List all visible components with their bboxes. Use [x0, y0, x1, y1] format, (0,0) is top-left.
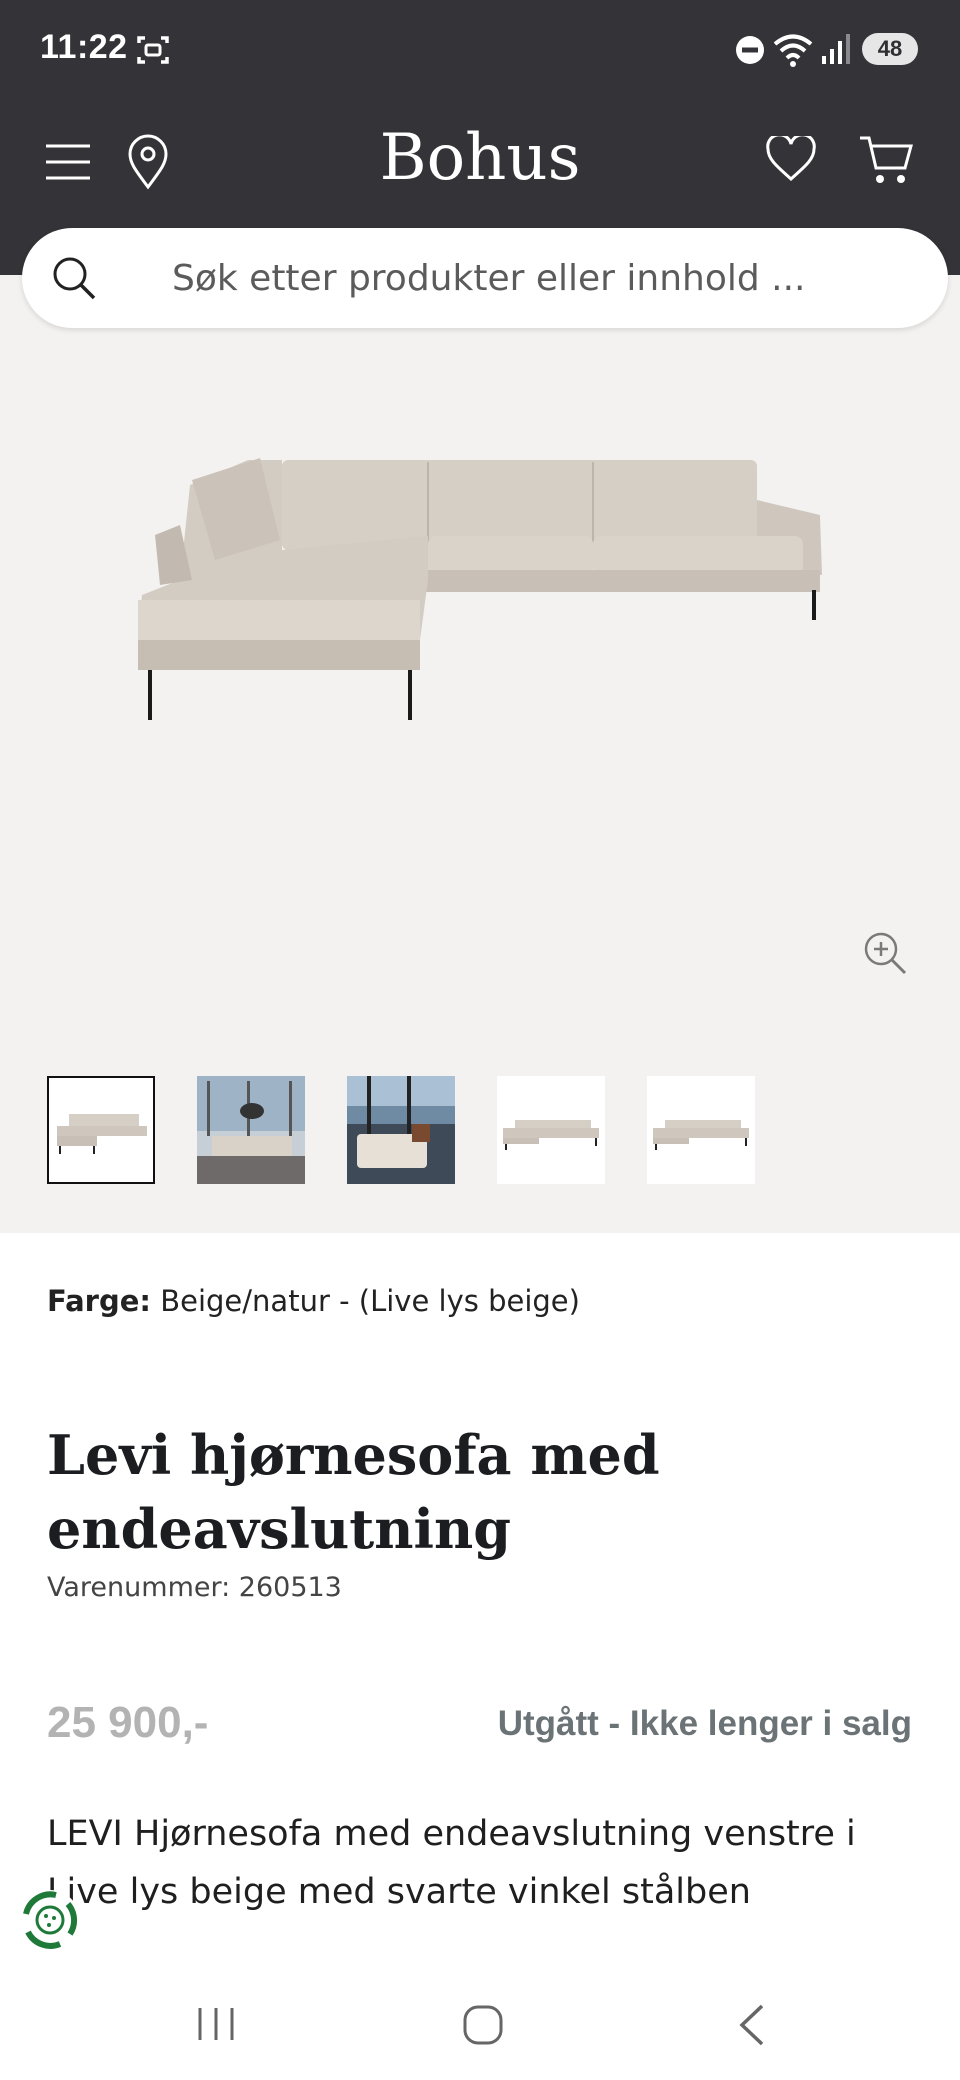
heart-icon[interactable]	[765, 136, 817, 182]
gallery-thumbnail-1[interactable]	[47, 1076, 155, 1184]
location-pin-icon[interactable]	[127, 134, 169, 190]
brand-logo[interactable]: Bohus	[330, 118, 630, 198]
product-price: 25 900,-	[47, 1698, 209, 1747]
search-input[interactable]	[172, 252, 872, 304]
color-value: Beige/natur - (Live lys beige)	[160, 1284, 580, 1318]
wifi-icon	[773, 34, 813, 67]
color-selection: Farge: Beige/natur - (Live lys beige)	[47, 1284, 580, 1318]
sofa-front-image	[503, 1120, 599, 1150]
back-icon[interactable]	[736, 2003, 766, 2047]
gallery-thumbnail-4[interactable]	[497, 1076, 605, 1184]
battery-indicator: 48	[862, 33, 918, 65]
screenshot-icon	[137, 36, 169, 64]
signal-icon	[822, 34, 850, 64]
product-sku: Varenummer: 260513	[47, 1572, 342, 1603]
home-icon[interactable]	[462, 2004, 504, 2046]
search-icon[interactable]	[50, 254, 98, 302]
cart-icon[interactable]	[858, 134, 914, 186]
product-main-image[interactable]	[120, 440, 840, 740]
search-bar[interactable]	[22, 228, 948, 328]
do-not-disturb-icon	[736, 36, 764, 64]
menu-icon[interactable]	[44, 142, 92, 182]
status-time: 11:22	[40, 28, 128, 66]
recent-apps-icon[interactable]	[196, 2006, 236, 2042]
gallery-thumbnail-5[interactable]	[647, 1076, 755, 1184]
sustainability-badge-icon[interactable]	[16, 1886, 84, 1954]
gallery-thumbnail-3[interactable]	[347, 1076, 455, 1184]
sea-view-image	[347, 1076, 455, 1184]
sofa-front-alt-image	[653, 1120, 749, 1150]
gallery-thumbnail-2[interactable]	[197, 1076, 305, 1184]
living-room-image	[197, 1076, 305, 1184]
zoom-in-icon[interactable]	[862, 930, 908, 976]
product-title: Levi hjørnesofa med endeavslutning	[47, 1423, 660, 1561]
availability-status: Utgått - Ikke lenger i salg	[497, 1704, 912, 1743]
sofa-thumbnail-image	[57, 1114, 147, 1154]
product-description: LEVI Hjørnesofa med endeavslutning venst…	[47, 1814, 856, 1912]
color-label: Farge:	[47, 1284, 152, 1318]
